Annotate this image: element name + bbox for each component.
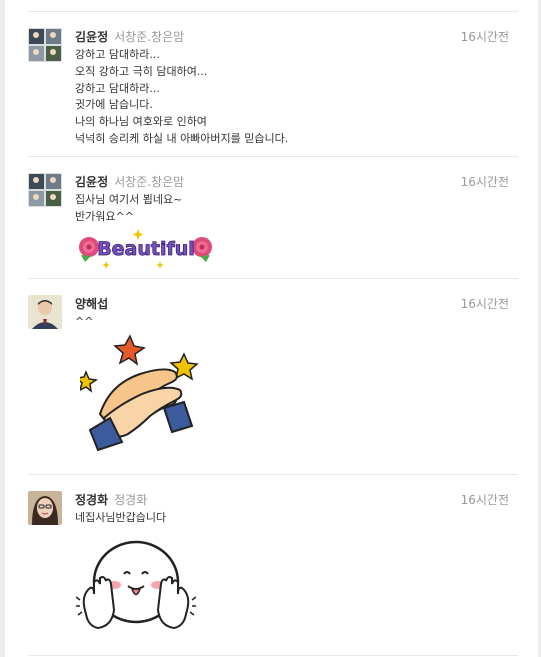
comment-body: 네집사님반갑습니다 <box>75 510 166 527</box>
comment-header: 김윤정 서창준.창은맘 <box>75 174 184 190</box>
comment-text-line: ^^ <box>75 315 94 328</box>
comment-feed: 김윤정 서창준.창은맘 16시간전 강하고 담대하라... 오직 강하고 극히 담… <box>28 11 518 656</box>
comment-divider <box>28 655 518 656</box>
comment-text-line: 오직 강하고 극히 담대하여... <box>75 64 208 78</box>
comment-header: 김윤정 서창준.창은맘 <box>75 29 184 45</box>
author-name[interactable]: 김윤정 <box>75 175 108 189</box>
page-edge <box>0 0 5 657</box>
clapping-hands-icon <box>75 334 200 458</box>
rose-icon <box>79 237 99 262</box>
comment-item: 정경화 정경화 16시간전 네집사님반갑습니다 <box>28 475 518 655</box>
comment-text-line: 넉넉히 승리케 하실 내 아빠아버지를 믿습니다. <box>75 131 289 145</box>
comment-item: 양해섭 16시간전 ^^ <box>28 279 518 474</box>
comment-timestamp: 16시간전 <box>460 30 509 44</box>
comment-timestamp: 16시간전 <box>460 175 509 189</box>
comment-text-line: 집사님 여기서 뵙네요~ <box>75 193 183 206</box>
author-name[interactable]: 양해섭 <box>75 297 108 311</box>
beautiful-sticker: Beautiful <box>76 227 216 273</box>
comment-text-line: 강하고 담대하라... <box>75 48 160 61</box>
comment-body: 강하고 담대하라... 오직 강하고 극히 담대하여... 강하고 담대하라..… <box>75 47 288 148</box>
comment-body: 집사님 여기서 뵙네요~ 반가워요^^ <box>75 192 182 226</box>
comment-timestamp: 16시간전 <box>460 493 509 507</box>
comment-header: 정경화 정경화 <box>75 492 147 508</box>
comment-timestamp: 16시간전 <box>460 297 509 311</box>
comment-item: 김윤정 서창준.창은맘 16시간전 강하고 담대하라... 오직 강하고 극히 담… <box>28 12 518 156</box>
waving-smiley-icon <box>75 530 197 644</box>
comment-text-line: 강하고 담대하라... <box>75 81 160 95</box>
author-alias: 서창준.창은맘 <box>114 30 185 44</box>
comment-item: 김윤정 서창준.창은맘 16시간전 집사님 여기서 뵙네요~ 반가워요^^ Be… <box>28 157 518 278</box>
comment-text-line: 나의 하나님 여호와로 인하여 <box>75 115 207 129</box>
avatar[interactable] <box>28 491 62 525</box>
author-alias: 서창준.창은맘 <box>114 175 185 189</box>
comment-text-line: 반가워요^^ <box>75 209 134 223</box>
sticker-text: Beautiful <box>97 238 195 260</box>
comment-header: 양해섭 <box>75 296 114 312</box>
avatar[interactable] <box>28 295 62 329</box>
comment-text-line: 네집사님반갑습니다 <box>75 511 167 524</box>
avatar[interactable] <box>28 173 62 207</box>
comment-body: ^^ <box>75 314 93 331</box>
author-alias: 정경화 <box>114 493 148 507</box>
avatar[interactable] <box>28 28 62 62</box>
author-name[interactable]: 김윤정 <box>75 30 108 44</box>
rose-icon <box>192 237 212 262</box>
comment-text-line: 귓가에 남습니다. <box>75 98 153 112</box>
author-name[interactable]: 정경화 <box>75 493 108 507</box>
